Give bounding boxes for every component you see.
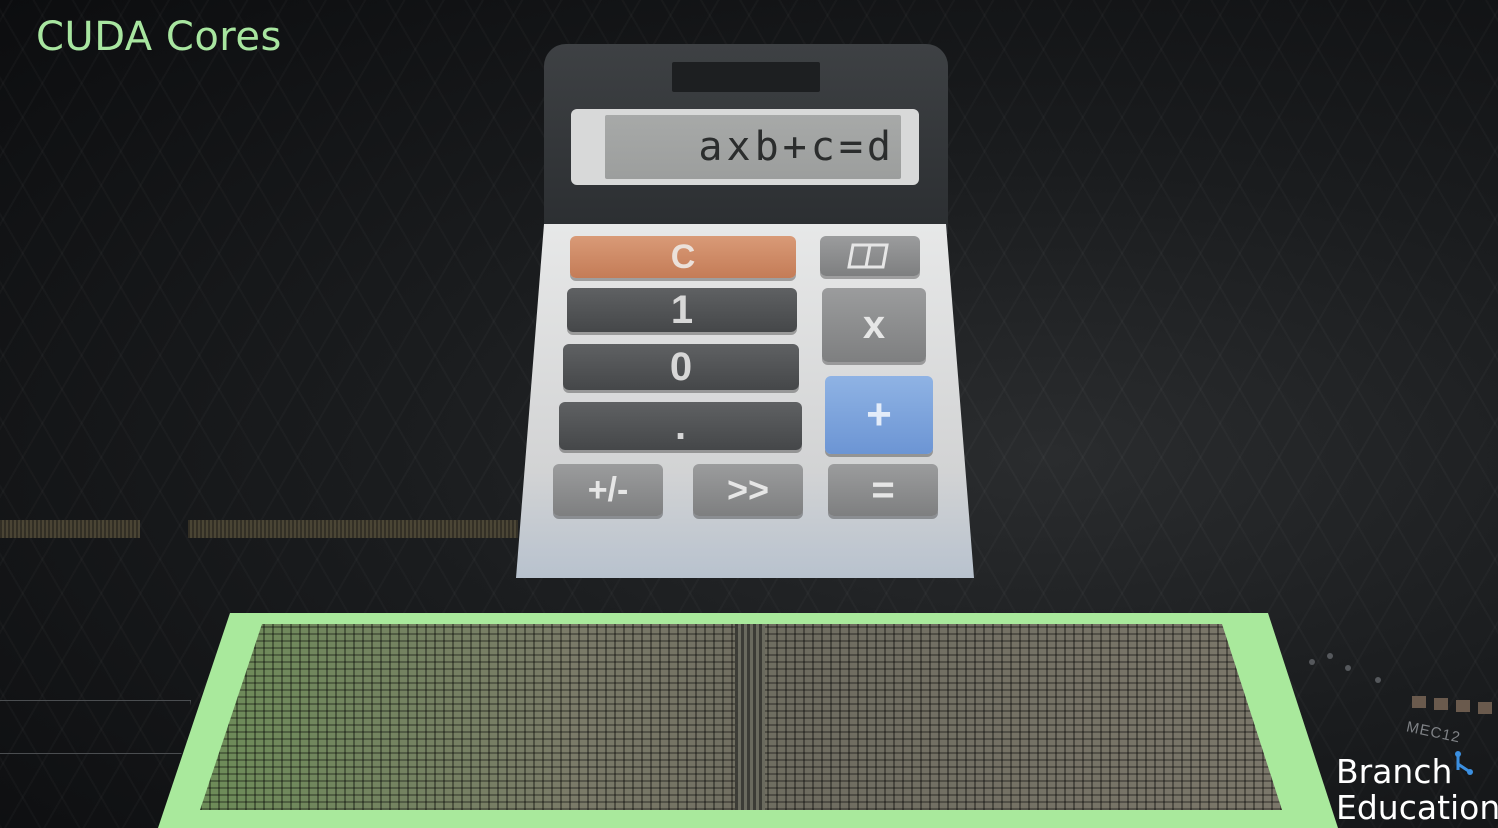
sign-key[interactable]: +/- [553, 464, 663, 516]
brand-line-2: Education [1336, 788, 1498, 827]
page-title: CUDA Cores [36, 14, 282, 60]
calculator-top: axb+c=d [544, 44, 948, 234]
decimal-key[interactable]: . [559, 402, 802, 450]
shift-key[interactable]: >> [693, 464, 803, 516]
calculator-display: axb+c=d [605, 115, 901, 179]
memory-key[interactable] [820, 236, 920, 276]
plus-key[interactable]: + [825, 376, 933, 454]
branch-icon [1455, 751, 1473, 775]
board-outline [0, 700, 191, 754]
calculator: axb+c=d C 1 x 0 + . +/- >> = [516, 44, 974, 578]
board-components [1309, 653, 1492, 714]
die-divider [735, 624, 765, 810]
solar-panel [672, 62, 820, 92]
equals-key[interactable]: = [828, 464, 938, 516]
one-key[interactable]: 1 [567, 288, 797, 332]
board-strip-left [0, 520, 140, 538]
multiply-key[interactable]: x [822, 288, 926, 362]
zero-key[interactable]: 0 [563, 344, 799, 390]
memory-icon [847, 243, 889, 269]
display-frame: axb+c=d [571, 109, 919, 185]
board-strip-center [188, 520, 518, 538]
clear-key[interactable]: C [570, 236, 796, 278]
